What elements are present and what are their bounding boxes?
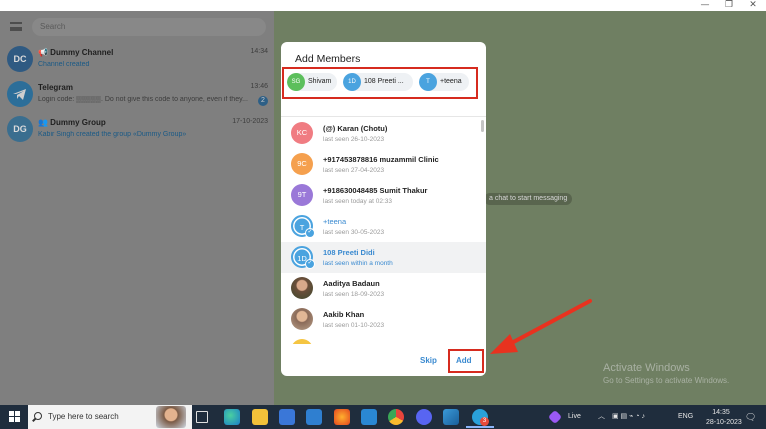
vscode-icon[interactable] <box>361 409 377 425</box>
add-members-dialog: Add Members SG Shivam 1D 108 Preeti ... … <box>281 42 486 376</box>
activate-windows-watermark: Activate Windows Go to Settings to activ… <box>603 362 729 385</box>
window-title-bar: — ❐ ✕ <box>0 0 766 11</box>
chat-time: 14:34 <box>250 48 268 55</box>
store-icon[interactable] <box>279 409 295 425</box>
chrome-icon[interactable] <box>388 409 404 425</box>
chat-sidebar: Search DC 📢 Dummy Channel Channel create… <box>0 11 274 405</box>
contact-name: +teena <box>323 217 347 226</box>
chat-time: 13:46 <box>250 83 268 90</box>
taskbar-search-input[interactable]: Type here to search <box>28 405 192 429</box>
divider <box>281 116 486 117</box>
telegram-logo-icon <box>7 81 33 107</box>
contact-row[interactable]: Aakib Khan last seen 01-10-2023 <box>281 304 486 335</box>
clock-date: 28-10-2023 <box>706 419 742 426</box>
contact-name: Aakib Khan <box>323 310 365 319</box>
contact-row[interactable]: 1D ✓ 108 Preeti Didi last seen within a … <box>281 242 486 273</box>
contact-name: (@) Karan (Chotu) <box>323 124 388 133</box>
watermark-subtitle: Go to Settings to activate Windows. <box>603 376 730 385</box>
contact-row[interactable]: 9T +918630048485 Sumit Thakur last seen … <box>281 180 486 211</box>
clock-time: 14:35 <box>712 409 730 416</box>
contact-row[interactable]: T ✓ +teena last seen 30-05-2023 <box>281 211 486 242</box>
avatar: 9C <box>291 153 313 175</box>
chat-name: Telegram <box>38 83 73 92</box>
active-indicator <box>466 426 494 428</box>
notification-icon[interactable]: 🗨 <box>745 405 756 429</box>
search-icon <box>34 412 42 420</box>
chat-item-dummy-channel[interactable]: DC 📢 Dummy Channel Channel created 14:34 <box>0 44 274 78</box>
edge-icon[interactable] <box>224 409 240 425</box>
contact-status: last seen 27-04-2023 <box>323 167 385 174</box>
select-chat-hint: a chat to start messaging <box>484 193 573 205</box>
highlight-box <box>282 67 478 99</box>
contact-row[interactable] <box>281 335 486 344</box>
chat-time: 17-10-2023 <box>232 118 268 125</box>
avatar: DC <box>7 46 33 72</box>
avatar-photo <box>291 308 313 330</box>
chat-name: 📢 Dummy Channel <box>38 48 114 57</box>
windows-taskbar: Type here to search 3 Live ︿ ▣ ▤ ⌁ ◔ ♪ E… <box>0 405 766 429</box>
contact-status: last seen 26-10-2023 <box>323 136 385 143</box>
discord-icon[interactable] <box>416 409 432 425</box>
search-highlight-image <box>156 406 186 428</box>
highlight-box <box>448 349 484 373</box>
chat-item-telegram[interactable]: Telegram Login code: ▒▒▒▒▒. Do not give … <box>0 79 274 113</box>
chat-preview: Kabir Singh created the group «Dummy Gro… <box>38 131 187 138</box>
checkmark-icon: ✓ <box>305 228 315 238</box>
scrollbar[interactable] <box>481 120 484 132</box>
app-icon[interactable] <box>443 409 459 425</box>
contact-status: last seen today at 02:33 <box>323 198 393 205</box>
avatar-photo <box>291 277 313 299</box>
taskbar-search-placeholder: Type here to search <box>48 412 119 421</box>
chat-preview: Login code: ▒▒▒▒▒. Do not give this code… <box>38 96 248 103</box>
contact-name: Aaditya Badaun <box>323 279 380 288</box>
avatar: 9T <box>291 184 313 206</box>
contact-row[interactable]: KC (@) Karan (Chotu) last seen 26-10-202… <box>281 118 486 149</box>
language-indicator[interactable]: ENG <box>678 405 693 429</box>
contact-status: last seen 18-09-2023 <box>323 291 385 298</box>
maximize-button[interactable]: ❐ <box>719 0 739 11</box>
close-button[interactable]: ✕ <box>743 0 763 11</box>
skip-button[interactable]: Skip <box>420 356 437 365</box>
file-explorer-icon[interactable] <box>252 409 268 425</box>
tray-icons[interactable]: ▣ ▤ ⌁ ◔ ♪ <box>612 405 645 429</box>
dialog-title: Add Members <box>295 53 361 65</box>
contact-name: 108 Preeti Didi <box>323 248 375 257</box>
chat-item-dummy-group[interactable]: DG 👥 Dummy Group Kabir Singh created the… <box>0 114 274 148</box>
watermark-title: Activate Windows <box>603 362 690 374</box>
contact-name: +918630048485 Sumit Thakur <box>323 186 428 195</box>
live-icon[interactable] <box>547 409 563 425</box>
chat-preview: Channel created <box>38 61 90 68</box>
search-input[interactable]: Search <box>32 18 266 36</box>
contact-row[interactable]: 9C +917453878816 muzammil Clinic last se… <box>281 149 486 180</box>
firefox-icon[interactable] <box>334 409 350 425</box>
task-view-icon[interactable] <box>196 411 208 423</box>
red-arrow-icon <box>490 299 592 354</box>
unread-badge: 2 <box>258 96 268 106</box>
contact-row[interactable]: Aaditya Badaun last seen 18-09-2023 <box>281 273 486 304</box>
mail-icon[interactable] <box>306 409 322 425</box>
contact-list: KC (@) Karan (Chotu) last seen 26-10-202… <box>281 118 486 344</box>
chat-name: 👥 Dummy Group <box>38 118 106 127</box>
contact-status: last seen 01-10-2023 <box>323 322 385 329</box>
menu-icon[interactable] <box>10 22 22 31</box>
sidebar-topbar: Search <box>0 11 274 41</box>
contact-name: +917453878816 muzammil Clinic <box>323 155 439 164</box>
avatar: DG <box>7 116 33 142</box>
contact-status: last seen within a month <box>323 260 393 267</box>
minimize-button[interactable]: — <box>695 0 715 11</box>
avatar: KC <box>291 122 313 144</box>
windows-start-icon[interactable] <box>9 411 21 423</box>
contact-status: last seen 30-05-2023 <box>323 229 385 236</box>
live-label[interactable]: Live <box>568 405 581 429</box>
telegram-badge: 3 <box>480 417 489 426</box>
checkmark-icon: ✓ <box>305 259 315 269</box>
tray-chevron-icon[interactable]: ︿ <box>598 405 605 429</box>
clock[interactable]: 14:35 28-10-2023 <box>706 408 742 429</box>
